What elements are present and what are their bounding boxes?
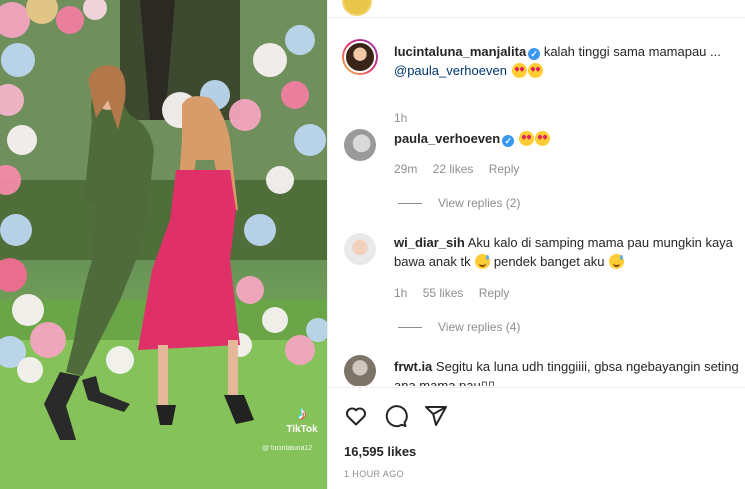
sweat-smile-emoji-icon	[475, 254, 491, 269]
avatar[interactable]	[342, 39, 378, 75]
reply-button[interactable]: Reply	[489, 162, 520, 176]
likes-count[interactable]: 16,595 likes	[344, 444, 416, 459]
comment-username[interactable]: lucintaluna_manjalita	[394, 44, 526, 59]
view-replies-button[interactable]: View replies (2)	[394, 196, 520, 210]
post-photo[interactable]: ♪ TikTok @ lucintaluna12	[0, 0, 327, 489]
heart-icon[interactable]	[344, 404, 368, 428]
post-timestamp[interactable]: 1 HOUR AGO	[344, 469, 404, 479]
tiktok-watermark: ♪ TikTok	[282, 404, 322, 435]
comment-meta: 29m 22 likes Reply	[394, 162, 531, 176]
comment-likes[interactable]: 22 likes	[433, 162, 474, 176]
sweat-smile-emoji-icon	[609, 254, 625, 269]
photo-illustration	[0, 0, 327, 489]
comment-time[interactable]: 1h	[394, 286, 407, 300]
comment-text: kalah tinggi sama mamapau ...	[543, 44, 721, 59]
comment-text: Segitu ka luna udh tinggiiii, gbsa ngeba…	[394, 359, 739, 386]
avatar[interactable]	[344, 355, 376, 386]
avatar[interactable]	[344, 233, 376, 265]
verified-badge-icon: ✓	[528, 48, 541, 60]
comment-text-continued: pendek banget aku	[493, 254, 605, 269]
divider-line	[398, 202, 422, 204]
share-icon[interactable]	[424, 404, 448, 428]
comment-likes[interactable]: 55 likes	[423, 286, 464, 300]
post-footer: 16,595 likes 1 HOUR AGO	[328, 387, 745, 489]
heart-eyes-emoji-icon	[518, 131, 534, 146]
comment-time[interactable]: 1h	[394, 111, 407, 125]
tiktok-username-watermark: @ lucintaluna12	[262, 445, 313, 452]
tiktok-logo-icon: ♪	[297, 403, 307, 423]
view-replies-label: View replies (4)	[438, 320, 521, 334]
comment-icon[interactable]	[384, 404, 408, 428]
author-avatar[interactable]	[342, 0, 372, 16]
view-replies-button[interactable]: View replies (4)	[394, 320, 520, 334]
comments-list[interactable]: lucintaluna_manjalita ✓ kalah tinggi sama…	[328, 19, 745, 386]
divider-line	[398, 326, 422, 328]
comment-meta: 1h 55 likes Reply	[394, 286, 521, 300]
verified-badge-icon: ✓	[502, 135, 515, 147]
comment-meta: 1h	[394, 111, 419, 125]
comment-time[interactable]: 29m	[394, 162, 417, 176]
comment-username[interactable]: paula_verhoeven	[394, 131, 500, 146]
heart-eyes-emoji-icon	[534, 131, 550, 146]
comment-username[interactable]: wi_diar_sih	[394, 235, 465, 250]
action-bar	[344, 404, 448, 428]
comments-panel: lucintaluna_manjalita ✓ kalah tinggi sama…	[327, 0, 745, 489]
mention-link[interactable]: @paula_verhoeven	[394, 63, 507, 78]
avatar[interactable]	[344, 129, 376, 161]
heart-eyes-emoji-icon	[527, 63, 543, 78]
tiktok-brand-label: TikTok	[286, 424, 318, 435]
heart-eyes-emoji-icon	[511, 63, 527, 78]
view-replies-label: View replies (2)	[438, 196, 521, 210]
comment-username[interactable]: frwt.ia	[394, 359, 432, 374]
post-header-partial	[328, 0, 745, 18]
reply-button[interactable]: Reply	[479, 286, 510, 300]
